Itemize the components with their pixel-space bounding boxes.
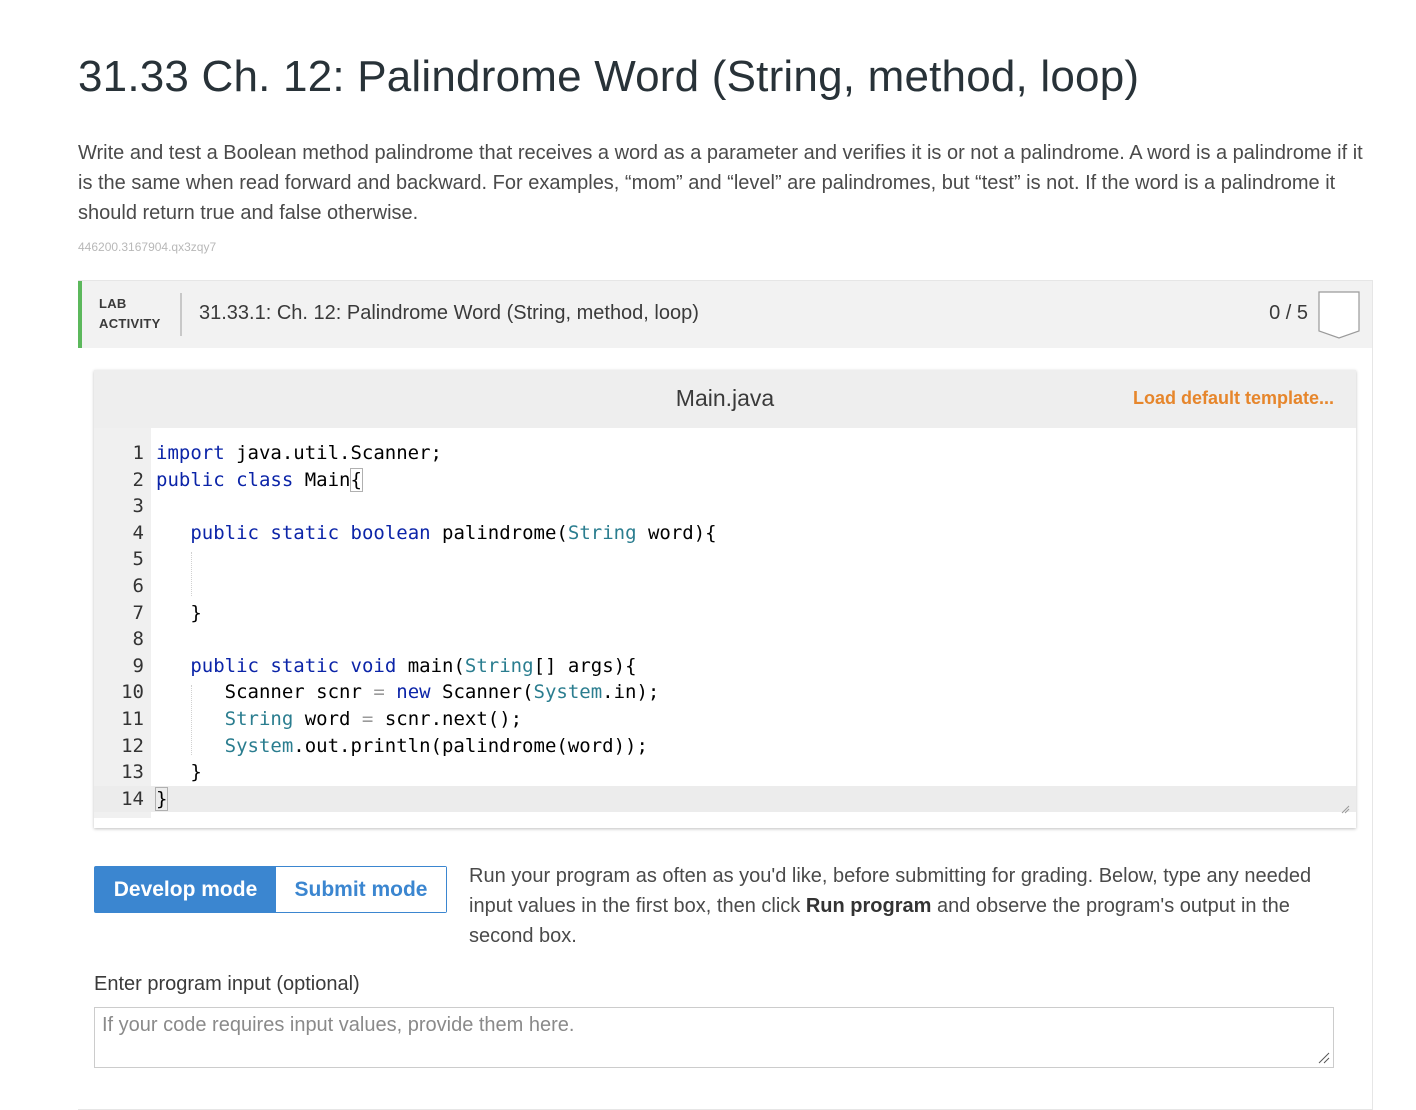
line-number: 2 bbox=[132, 468, 144, 491]
run-instructions: Run your program as often as you'd like,… bbox=[469, 861, 1359, 951]
code-line-text: import java.util.Scanner; bbox=[156, 442, 442, 464]
line-number: 7 bbox=[132, 601, 144, 624]
develop-mode-button[interactable]: Develop mode bbox=[95, 867, 276, 912]
code-line[interactable]: 4 public static boolean palindrome(Strin… bbox=[94, 520, 1356, 547]
line-number: 1 bbox=[132, 442, 144, 464]
mode-toggle: Develop mode Submit mode bbox=[94, 866, 447, 913]
code-line[interactable]: 10 Scanner scnr = new Scanner(System.in)… bbox=[94, 679, 1356, 706]
line-number: 3 bbox=[132, 495, 144, 518]
line-number: 13 bbox=[121, 761, 144, 784]
line-number: 5 bbox=[132, 548, 144, 571]
submit-mode-button[interactable]: Submit mode bbox=[276, 867, 446, 912]
line-number: 14 bbox=[121, 787, 144, 810]
lab-title: 31.33.1: Ch. 12: Palindrome Word (String… bbox=[199, 302, 699, 324]
code-line-text: Scanner scnr = new Scanner(System.in); bbox=[156, 681, 660, 704]
score-badge-icon bbox=[1318, 291, 1360, 339]
editor-resize-grip-icon[interactable] bbox=[1340, 804, 1350, 814]
lab-header: LAB ACTIVITY 31.33.1: Ch. 12: Palindrome… bbox=[78, 281, 1372, 348]
line-number: 9 bbox=[132, 654, 144, 677]
code-line-text: } bbox=[156, 601, 202, 624]
editor-header: Main.java Load default template... bbox=[94, 370, 1356, 428]
line-number: 8 bbox=[132, 628, 144, 651]
line-number: 12 bbox=[121, 734, 144, 757]
code-line-text: } bbox=[154, 786, 169, 811]
lab-label-line2: ACTIVITY bbox=[99, 316, 161, 331]
line-number: 6 bbox=[132, 575, 144, 597]
code-line-text: System.out.println(palindrome(word)); bbox=[224, 734, 648, 757]
code-line[interactable]: 3 bbox=[94, 493, 1356, 520]
indent-guide bbox=[191, 552, 192, 596]
program-input-field[interactable]: If your code requires input values, prov… bbox=[94, 1007, 1334, 1068]
indent-guide bbox=[191, 685, 192, 755]
code-editor: Main.java Load default template... 1 impo… bbox=[94, 370, 1356, 828]
code-line-text: public static boolean palindrome(String … bbox=[190, 521, 717, 544]
code-line-text: String word = scnr.next(); bbox=[224, 708, 523, 730]
code-line[interactable]: 5 bbox=[94, 546, 1356, 573]
code-line[interactable]: 9 public static void main(String[] args)… bbox=[94, 653, 1356, 680]
run-program-emphasis: Run program bbox=[805, 895, 932, 917]
code-line-text: public static void main(String[] args){ bbox=[190, 654, 637, 677]
score-text: 0 / 5 bbox=[1269, 302, 1308, 324]
code-line[interactable]: 6 bbox=[94, 573, 1356, 600]
reference-id: 446200.3167904.qx3zqy7 bbox=[78, 240, 217, 254]
code-line[interactable]: 11 String word = scnr.next(); bbox=[94, 706, 1356, 733]
line-number: 11 bbox=[121, 708, 144, 730]
code-line[interactable]: 12 System.out.println(palindrome(word)); bbox=[94, 733, 1356, 760]
page-title: 31.33 Ch. 12: Palindrome Word (String, m… bbox=[78, 52, 1140, 101]
code-line[interactable]: 2 public class Main{ bbox=[94, 467, 1356, 494]
code-line[interactable]: 8 bbox=[94, 626, 1356, 653]
code-line-text: } bbox=[156, 761, 202, 784]
lab-label-line1: LAB bbox=[99, 296, 127, 311]
load-default-template-link[interactable]: Load default template... bbox=[1133, 388, 1334, 409]
textarea-resize-grip-icon[interactable] bbox=[1316, 1050, 1330, 1064]
lab-activity-label: LAB ACTIVITY bbox=[99, 294, 161, 334]
code-line[interactable]: 1 import java.util.Scanner; bbox=[94, 440, 1356, 467]
code-line[interactable]: 7 } bbox=[94, 600, 1356, 627]
code-line[interactable]: 13 } bbox=[94, 759, 1356, 786]
line-number: 10 bbox=[121, 681, 144, 704]
lab-activity: LAB ACTIVITY 31.33.1: Ch. 12: Palindrome… bbox=[78, 280, 1373, 1110]
code-line[interactable]: 14} bbox=[94, 785, 1356, 813]
header-divider bbox=[180, 293, 182, 336]
program-input-placeholder: If your code requires input values, prov… bbox=[102, 1014, 575, 1036]
line-number: 4 bbox=[132, 521, 144, 544]
code-area[interactable]: 1 import java.util.Scanner; 2 public class … bbox=[94, 428, 1356, 818]
code-line-text: public class Main{ bbox=[156, 467, 363, 492]
problem-description: Write and test a Boolean method palindro… bbox=[78, 142, 1363, 224]
program-input-label: Enter program input (optional) bbox=[94, 973, 360, 995]
